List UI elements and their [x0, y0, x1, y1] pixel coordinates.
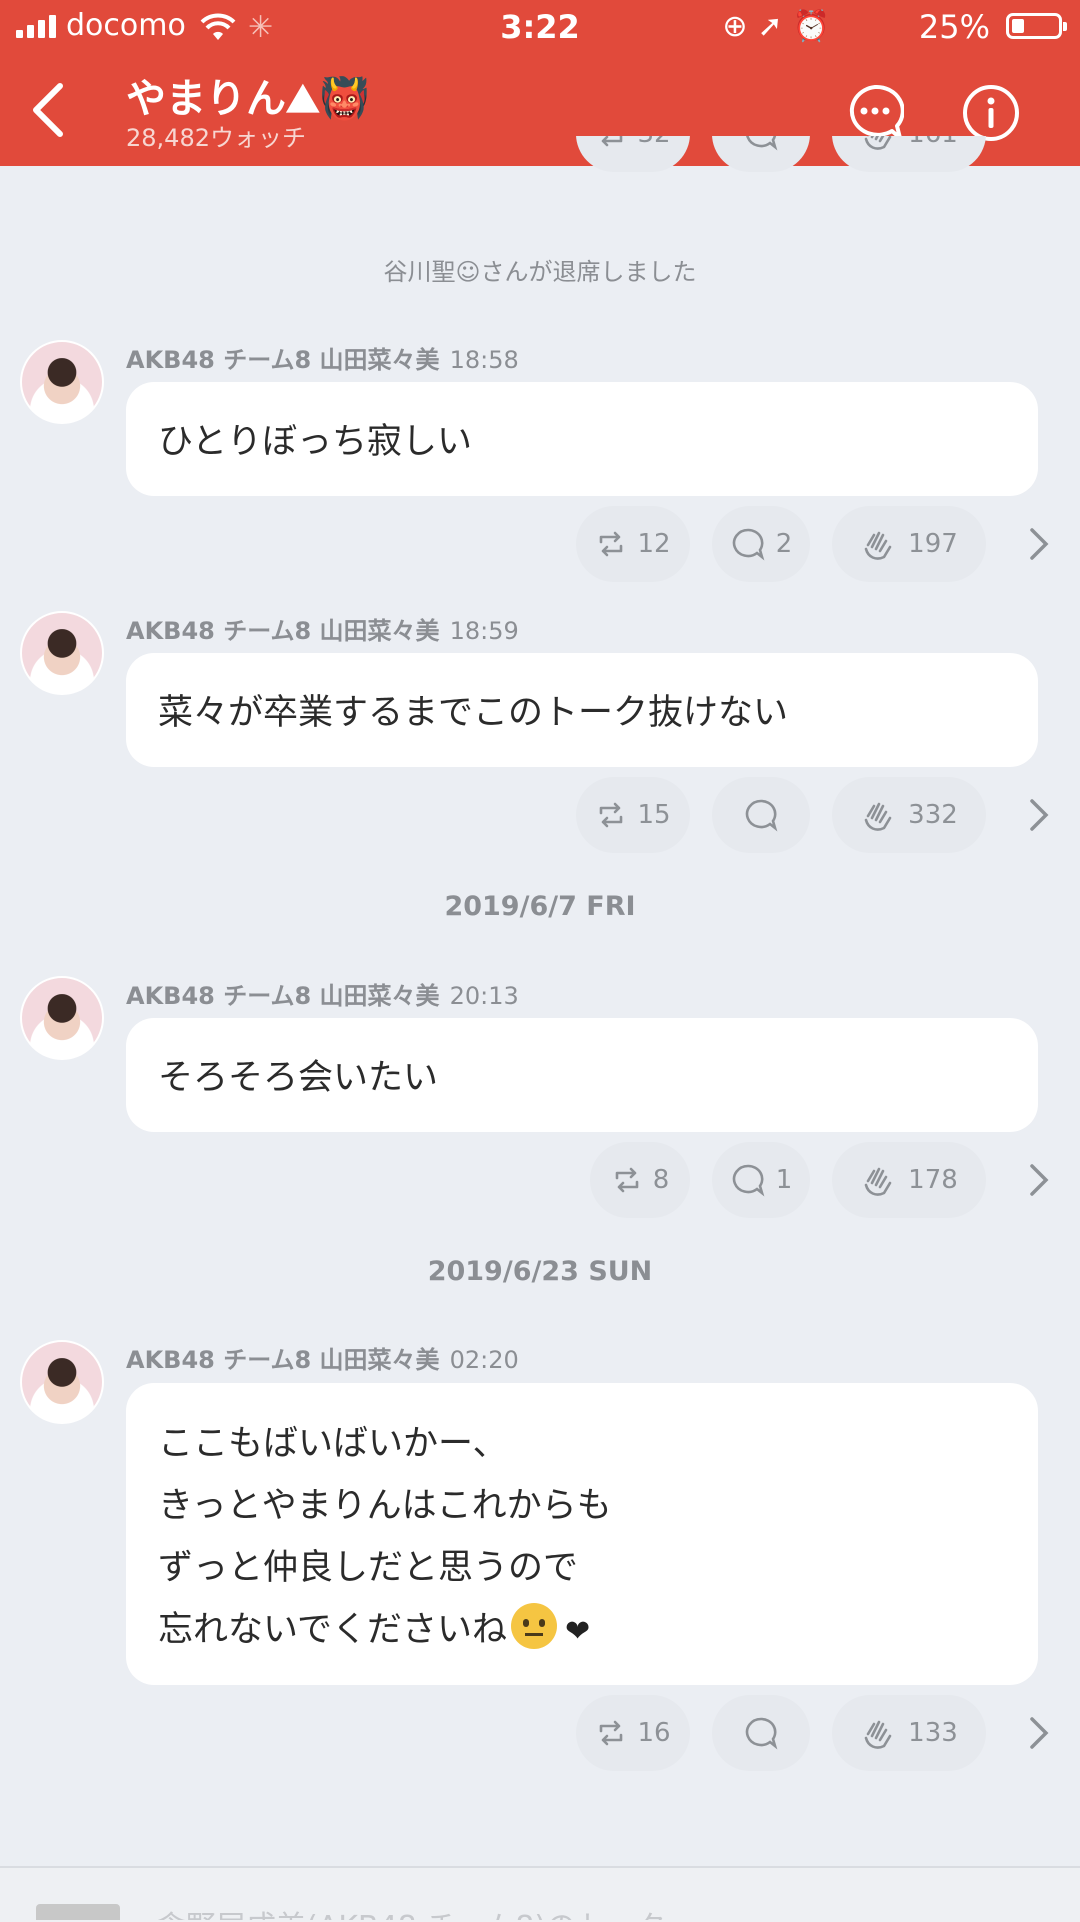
repost-button[interactable]: 12	[576, 506, 690, 582]
repost-button[interactable]: 15	[576, 777, 690, 853]
chevron-right-icon[interactable]	[1028, 1713, 1050, 1753]
message-meta: AKB48 チーム8 山田菜々美 18:58	[126, 340, 519, 375]
system-notice: 谷川聖☺さんが退席しました	[383, 258, 697, 286]
chat-options-icon[interactable]	[846, 84, 904, 142]
clap-icon	[864, 531, 892, 560]
repost-button[interactable]: 32	[576, 136, 690, 172]
battery-icon	[1006, 13, 1067, 39]
sender-name: AKB48 チーム8 山田菜々美	[126, 982, 440, 1010]
message-text: ひとりぼっち寂しい	[158, 422, 472, 462]
clap-button[interactable]: 197	[832, 506, 986, 582]
repost-button[interactable]: 16	[576, 1695, 690, 1771]
repost-icon	[600, 531, 623, 557]
repost-icon	[600, 802, 623, 828]
talk-title: やまりん⛰👹	[126, 76, 370, 122]
related-talk-thumbnail	[36, 1904, 120, 1920]
comment-button[interactable]	[712, 1695, 810, 1771]
comment-icon	[745, 1717, 778, 1750]
message-meta: AKB48 チーム8 山田菜々美 18:59	[126, 611, 519, 646]
chevron-right-icon[interactable]	[1028, 1160, 1050, 1200]
message-line: きっとやまりんはこれからも	[158, 1486, 612, 1526]
avatar[interactable]	[20, 1340, 104, 1424]
status-bar: docomo ✳ 3:22 ⊕➚⏰ 25%	[0, 0, 1080, 54]
repost-icon	[615, 1167, 639, 1193]
repost-icon	[600, 1720, 623, 1746]
repost-count: 8	[652, 1165, 670, 1195]
info-icon[interactable]	[962, 84, 1020, 142]
back-arrow-icon[interactable]	[28, 82, 68, 138]
comment-icon	[745, 799, 778, 832]
message-bubble[interactable]: 菜々が卒業するまでこのトーク抜けない	[126, 653, 1038, 767]
clap-button[interactable]: 161	[832, 136, 986, 172]
comment-icon	[746, 136, 778, 151]
clap-count: 197	[908, 529, 958, 559]
message-time: 02:20	[449, 1346, 519, 1374]
reaction-row: 15 332	[0, 777, 1080, 853]
message-line-text: 忘れないでくださいね	[158, 1610, 507, 1650]
sender-name: AKB48 チーム8 山田菜々美	[126, 346, 440, 374]
sender-name: AKB48 チーム8 山田菜々美	[126, 1346, 440, 1374]
message-bubble[interactable]: ひとりぼっち寂しい	[126, 382, 1038, 496]
avatar[interactable]	[20, 611, 104, 695]
related-talk-title: 倉野尾成美(AKB48 チーム8)のトーク	[156, 1902, 666, 1920]
comment-button[interactable]: 1	[712, 1142, 810, 1218]
reaction-row: 16 133	[0, 1695, 1080, 1771]
message-text: そろそろ会いたい	[158, 1058, 439, 1098]
message-line: ずっと仲良しだと思うので	[158, 1548, 579, 1588]
repost-icon	[602, 136, 623, 147]
date-separator: 2019/6/23 SUN	[427, 1256, 653, 1287]
sender-name: AKB48 チーム8 山田菜々美	[126, 617, 440, 645]
comment-count: 1	[775, 1165, 793, 1195]
clap-count: 133	[908, 1718, 958, 1748]
clap-button[interactable]: 332	[832, 777, 986, 853]
message-meta: AKB48 チーム8 山田菜々美 02:20	[126, 1340, 519, 1375]
avatar[interactable]	[20, 976, 104, 1060]
comment-button[interactable]	[712, 777, 810, 853]
clap-count: 161	[908, 136, 958, 149]
comment-count: 2	[775, 529, 793, 559]
message-meta: AKB48 チーム8 山田菜々美 20:13	[126, 976, 519, 1011]
avatar[interactable]	[20, 340, 104, 424]
message-bubble[interactable]: ここもばいばいかー、 きっとやまりんはこれからも ずっと仲良しだと思うので 忘れ…	[126, 1383, 1038, 1685]
battery-percent: 25%	[918, 8, 990, 46]
clap-icon	[864, 1720, 892, 1749]
message-line-last: 忘れないでくださいね ❤	[158, 1599, 1006, 1663]
reaction-row: 12 2 197	[0, 506, 1080, 582]
repost-button[interactable]: 8	[590, 1142, 690, 1218]
repost-count: 12	[637, 529, 671, 559]
heart-icon: ❤	[564, 1614, 591, 1649]
repost-count: 16	[637, 1718, 671, 1748]
clap-button[interactable]: 133	[832, 1695, 986, 1771]
reaction-row: 8 1 178	[0, 1142, 1080, 1218]
repost-count: 15	[637, 800, 671, 830]
chevron-right-icon[interactable]	[1028, 524, 1050, 564]
repost-count: 32	[637, 136, 670, 149]
reaction-row: 32 161	[0, 136, 1080, 206]
message-line: ここもばいばいかー、	[158, 1424, 508, 1464]
clap-icon	[864, 802, 892, 831]
clap-count: 178	[908, 1165, 958, 1195]
comment-icon	[732, 1164, 765, 1197]
comment-button[interactable]: 2	[712, 506, 810, 582]
message-time: 18:59	[449, 617, 519, 645]
message-bubble[interactable]: そろそろ会いたい	[126, 1018, 1038, 1132]
clap-icon	[864, 1167, 892, 1196]
comment-icon	[732, 528, 765, 561]
clap-icon	[864, 136, 892, 150]
neutral-face-emoji-icon	[510, 1603, 557, 1649]
clap-count: 332	[908, 800, 958, 830]
date-separator: 2019/6/7 FRI	[444, 891, 636, 922]
chevron-right-icon[interactable]	[1028, 795, 1050, 835]
message-text: 菜々が卒業するまでこのトーク抜けない	[158, 693, 789, 733]
message-time: 18:58	[449, 346, 519, 374]
clap-button[interactable]: 178	[832, 1142, 986, 1218]
comment-button[interactable]	[712, 136, 810, 172]
message-time: 20:13	[449, 982, 519, 1010]
status-icons: ⊕➚⏰	[722, 9, 840, 44]
